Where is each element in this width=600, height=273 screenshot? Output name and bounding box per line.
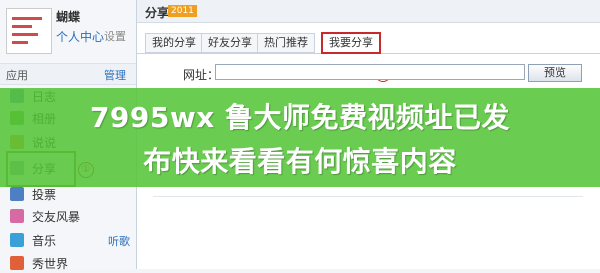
- user-center-link[interactable]: 个人中心: [56, 28, 104, 45]
- vote-icon: [10, 187, 24, 201]
- tab-share-new[interactable]: 我要分享: [321, 32, 381, 54]
- sidebar-item-show-world[interactable]: 秀世界: [10, 253, 130, 273]
- show-world-icon: [10, 256, 24, 270]
- divider: [153, 196, 583, 197]
- avatar-line: [12, 41, 28, 44]
- url-label: 网址：: [183, 68, 220, 82]
- tab-bar: 我的分享 好友分享 热门推荐 我要分享 ②: [137, 31, 600, 82]
- sidebar-item-label: 投票: [32, 188, 57, 202]
- year-badge: 2011: [168, 5, 197, 17]
- apps-title: 应用: [6, 69, 28, 82]
- sidebar-item-friend-storm[interactable]: 交友风暴: [10, 206, 130, 226]
- friend-storm-icon: [10, 209, 24, 223]
- sidebar-item-music[interactable]: 音乐 听歌: [10, 230, 130, 250]
- tab-friend-shares[interactable]: 好友分享: [201, 33, 259, 53]
- sidebar-item-label: 音乐: [32, 234, 57, 248]
- preview-button[interactable]: 预览: [528, 64, 582, 82]
- overlay-banner: 7995wx 鲁大师免费视频址已发 布快来看看有何惊喜内容: [0, 88, 600, 187]
- avatar-line: [12, 25, 32, 28]
- apps-header: 应用 管理: [0, 63, 136, 85]
- banner-line-2: 布快来看看有何惊喜内容: [143, 145, 457, 178]
- avatar[interactable]: [6, 8, 52, 54]
- listen-link[interactable]: 听歌: [108, 233, 130, 249]
- sidebar-item-label: 秀世界: [32, 257, 69, 271]
- avatar-line: [12, 33, 38, 36]
- music-icon: [10, 233, 24, 247]
- url-input[interactable]: [215, 64, 525, 80]
- page-title: 分享: [145, 6, 170, 20]
- main-header: 分享 2011: [137, 0, 600, 23]
- avatar-line: [12, 17, 42, 20]
- sidebar-item-vote[interactable]: 投票: [10, 184, 130, 204]
- tab-hot-picks[interactable]: 热门推荐: [257, 33, 315, 53]
- sidebar-item-label: 交友风暴: [32, 210, 81, 224]
- banner-line-1: 7995wx 鲁大师免费视频址已发: [89, 101, 511, 134]
- tab-my-shares[interactable]: 我的分享: [145, 33, 203, 53]
- username: 蝴蝶: [56, 10, 81, 24]
- apps-manage-link[interactable]: 管理: [104, 67, 126, 83]
- user-settings-link[interactable]: 设置: [104, 28, 126, 44]
